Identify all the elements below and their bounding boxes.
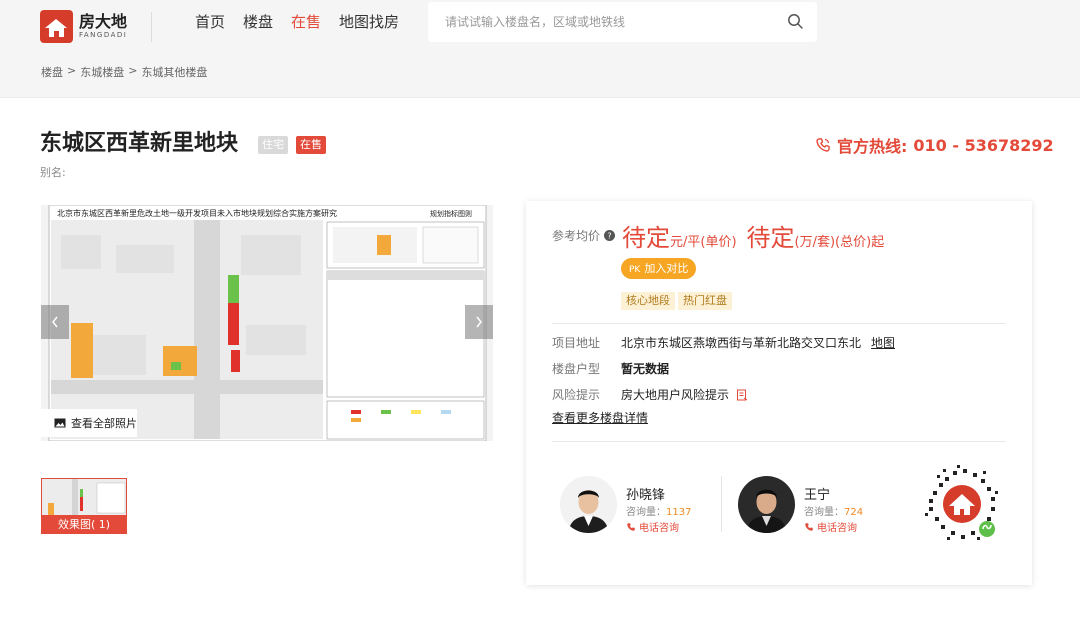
- prev-image-button[interactable]: [41, 305, 69, 339]
- add-to-compare-button[interactable]: PK 加入对比: [621, 258, 697, 279]
- help-icon[interactable]: ?: [604, 230, 616, 241]
- nav-home[interactable]: 首页: [195, 12, 225, 32]
- next-image-button[interactable]: [465, 305, 493, 339]
- info-key: 楼盘户型: [552, 362, 601, 376]
- total-price-text: (万/套)(总价)起: [794, 235, 885, 250]
- site-logo[interactable]: 房大地 FANGDADI: [40, 10, 127, 43]
- nav-on-sale[interactable]: 在售: [291, 12, 321, 32]
- phone-icon: [805, 522, 813, 531]
- image-title: 北京市东城区西革新里危改土地一级开发项目未入市地块规划综合实施方案研究: [57, 208, 337, 218]
- logo-divider: [151, 12, 152, 42]
- phone-icon: [816, 138, 830, 152]
- search-input[interactable]: [445, 12, 775, 32]
- svg-text:?: ?: [607, 232, 611, 241]
- call-label: 电话咨询: [639, 523, 679, 534]
- property-type-badge: 住宅: [258, 136, 288, 154]
- agent-call-button[interactable]: 电话咨询: [804, 519, 857, 534]
- info-key: 项目地址: [552, 336, 601, 350]
- unit-price-text: 元/平(单价): [670, 235, 737, 250]
- count-label: 咨询量：: [626, 507, 666, 518]
- view-all-photos-button[interactable]: 查看全部照片: [41, 409, 137, 437]
- info-key: 风险提示: [552, 388, 601, 402]
- view-all-label: 查看全部照片: [71, 417, 137, 430]
- info-row-floorplan: 楼盘户型 暂无数据: [552, 360, 669, 377]
- info-value: 暂无数据: [621, 362, 670, 376]
- agent-photo: [738, 476, 795, 533]
- breadcrumb-dongcheng[interactable]: 东城楼盘: [80, 64, 124, 80]
- info-row-address: 项目地址 北京市东城区燕墩西街与革新北路交叉口东北 地图: [552, 334, 895, 351]
- price-label: 参考均价 ?: [552, 227, 616, 244]
- agent-photo: [560, 476, 617, 533]
- agent-name: 王宁: [804, 488, 831, 503]
- alias-label: 别名:: [40, 166, 66, 179]
- divider: [552, 441, 1006, 442]
- price-label-text: 参考均价: [552, 229, 601, 243]
- miniprogram-qr-code[interactable]: [919, 461, 1005, 547]
- agent-consult-count: 咨询量：724: [804, 503, 863, 518]
- project-main-image[interactable]: 北京市东城区西革新里危改土地一级开发项目未入市地块规划综合实施方案研究 规划指标…: [41, 204, 493, 442]
- total-price-value: 待定: [746, 224, 795, 252]
- feature-tag: 核心地段: [621, 292, 675, 310]
- page-title: 东城区西革新里地块: [40, 131, 239, 156]
- avatar[interactable]: [560, 476, 617, 533]
- more-details-link[interactable]: 查看更多楼盘详情: [552, 409, 648, 426]
- document-icon: [736, 389, 748, 401]
- unit-price-value: 待定: [622, 224, 670, 252]
- avatar[interactable]: [738, 476, 795, 533]
- hotline[interactable]: 官方热线: 010 - 53678292: [815, 133, 1054, 157]
- info-value: 北京市东城区燕墩西街与革新北路交叉口东北 地图: [621, 334, 895, 351]
- phone-icon: [627, 522, 635, 531]
- planning-map-image: 北京市东城区西革新里危改土地一级开发项目未入市地块规划综合实施方案研究 规划指标…: [48, 204, 487, 442]
- nav-map-search[interactable]: 地图找房: [339, 12, 399, 32]
- image-subtitle: 规划指标图则: [430, 209, 472, 218]
- count-label: 咨询量：: [804, 507, 844, 518]
- count-value: 1137: [666, 507, 692, 518]
- sale-status-badge: 在售: [296, 136, 326, 154]
- breadcrumb-separator: >: [128, 64, 138, 77]
- chevron-right-icon: [476, 316, 482, 328]
- agent-consult-count: 咨询量：1137: [626, 503, 691, 518]
- price-row: 待定 元/平(单价) 待定 (万/套)(总价)起: [622, 218, 894, 253]
- nav-projects[interactable]: 楼盘: [243, 12, 273, 32]
- count-value: 724: [844, 507, 864, 518]
- address-text: 北京市东城区燕墩西街与革新北路交叉口东北: [621, 336, 862, 350]
- logo-subtitle: FANGDADI: [79, 31, 128, 39]
- hotline-label: 官方热线:: [837, 137, 908, 156]
- hotline-number: 010 - 53678292: [913, 135, 1054, 155]
- agent-divider: [721, 476, 722, 532]
- thumbnail-label[interactable]: 效果图( 1): [41, 515, 127, 534]
- map-link[interactable]: 地图: [871, 336, 895, 350]
- agent-call-button[interactable]: 电话咨询: [626, 519, 679, 534]
- breadcrumb-projects[interactable]: 楼盘: [41, 64, 63, 80]
- breadcrumb-dongcheng-other[interactable]: 东城其他楼盘: [141, 64, 207, 80]
- breadcrumb-separator: >: [67, 64, 77, 77]
- risk-notice-text: 房大地用户风险提示: [621, 388, 730, 402]
- logo-name: 房大地: [79, 12, 128, 31]
- main-nav: 首页 楼盘 在售 地图找房: [195, 12, 399, 32]
- agent-name: 孙晓锋: [626, 488, 666, 503]
- divider: [552, 323, 1006, 324]
- feature-tag: 热门红盘: [678, 292, 732, 310]
- house-logo-icon: [40, 10, 73, 43]
- image-icon: [54, 418, 66, 428]
- chevron-left-icon: [52, 316, 58, 328]
- search-box: [428, 2, 817, 42]
- risk-notice-link[interactable]: 房大地用户风险提示: [621, 386, 748, 403]
- pk-icon: PK: [629, 265, 641, 275]
- breadcrumb: 楼盘 > 东城楼盘 > 东城其他楼盘: [41, 64, 207, 80]
- search-icon[interactable]: [787, 13, 803, 29]
- info-row-risk: 风险提示 房大地用户风险提示: [552, 386, 748, 403]
- compare-label: 加入对比: [644, 262, 689, 275]
- call-label: 电话咨询: [817, 523, 857, 534]
